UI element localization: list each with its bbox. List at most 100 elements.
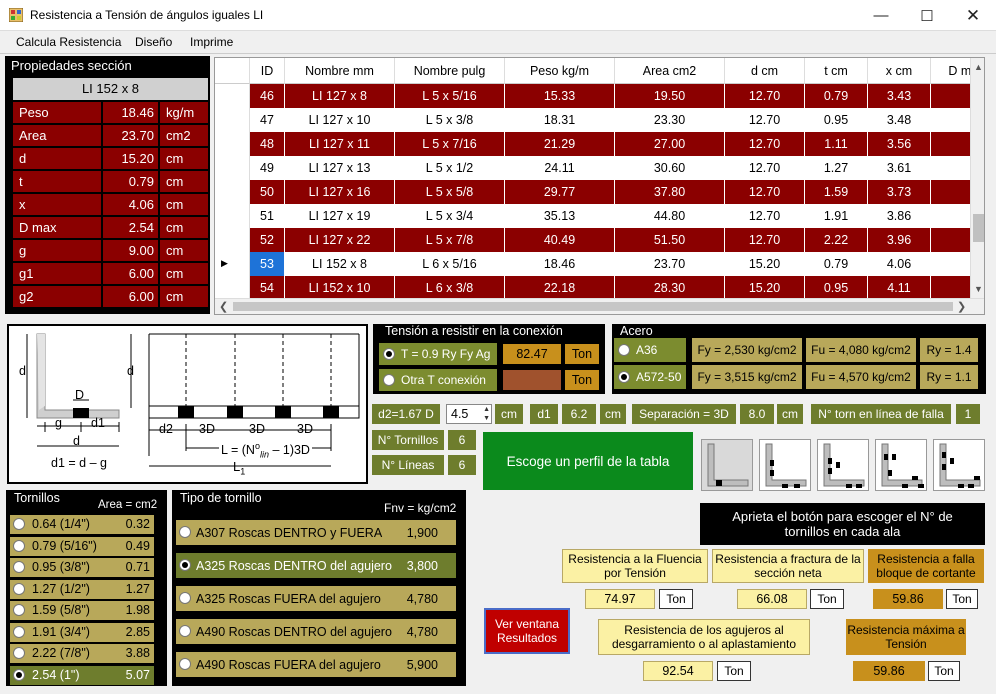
menu-diseno[interactable]: Diseño: [135, 35, 172, 49]
tipo-radio[interactable]: [179, 625, 191, 637]
tornillo-diameter[interactable]: 1.91 (3/4"): [32, 625, 90, 639]
column-header[interactable]: d cm: [725, 58, 805, 84]
tornillo-radio[interactable]: [13, 668, 25, 681]
table-cell[interactable]: 21.29: [505, 132, 615, 156]
table-cell[interactable]: 23.70: [615, 252, 725, 276]
column-header[interactable]: t cm: [805, 58, 868, 84]
table-cell[interactable]: 1.59: [805, 180, 868, 204]
table-cell[interactable]: 15.33: [505, 84, 615, 108]
scroll-up-icon[interactable]: ▲: [974, 62, 983, 72]
tornillo-diameter[interactable]: 2.54 (1"): [32, 668, 80, 682]
tornillo-radio[interactable]: [13, 561, 25, 573]
table-cell[interactable]: 1.11: [805, 132, 868, 156]
table-row[interactable]: 47 LI 127 x 10 L 5 x 3/8 18.31 23.30 12.70 0.9…: [215, 108, 984, 132]
table-cell[interactable]: 12.70: [725, 204, 805, 228]
row-header[interactable]: [215, 132, 250, 156]
tipo-radio[interactable]: [179, 526, 191, 538]
column-header[interactable]: Nombre mm: [285, 58, 395, 84]
row-header[interactable]: [215, 228, 250, 252]
table-cell[interactable]: L 5 x 7/8: [395, 228, 505, 252]
tornillo-radio[interactable]: [13, 582, 25, 595]
table-cell[interactable]: 37.80: [615, 180, 725, 204]
table-cell[interactable]: 0.95: [805, 108, 868, 132]
pattern-1-bolt-icon[interactable]: [702, 440, 752, 490]
tornillo-radio[interactable]: [13, 604, 25, 616]
tension-opt1-radio[interactable]: [383, 348, 395, 360]
table-cell[interactable]: 4.06: [868, 252, 931, 276]
tornillo-diameter[interactable]: 1.27 (1/2"): [32, 582, 90, 596]
table-cell[interactable]: 12.70: [725, 84, 805, 108]
table-cell[interactable]: 29.77: [505, 180, 615, 204]
tornillo-option[interactable]: 1.27 (1/2") 1.27: [10, 579, 154, 599]
pattern-5-bolts-icon[interactable]: [934, 440, 984, 490]
table-cell[interactable]: LI 127 x 8: [285, 84, 395, 108]
tension-opt2-value[interactable]: [503, 370, 561, 390]
menu-imprime[interactable]: Imprime: [190, 35, 233, 49]
tension-opt2-row[interactable]: Otra T conexión: [379, 369, 497, 391]
pattern-button-4[interactable]: [875, 439, 927, 491]
table-cell[interactable]: 50: [250, 180, 285, 204]
column-header[interactable]: ID: [250, 58, 285, 84]
d2-value[interactable]: 4.5: [451, 407, 468, 421]
table-cell[interactable]: 1.27: [805, 156, 868, 180]
tipo-radio[interactable]: [179, 592, 191, 604]
tornillo-diameter[interactable]: 2.22 (7/8"): [32, 646, 90, 660]
tornillo-option[interactable]: 0.79 (5/16") 0.49: [10, 536, 154, 556]
table-row[interactable]: 46 LI 127 x 8L 5 x 5/16 15.33 19.50 12.70 0.7…: [215, 84, 984, 108]
table-cell[interactable]: 24.11: [505, 156, 615, 180]
table-cell[interactable]: LI 152 x 10: [285, 276, 395, 300]
table-cell[interactable]: 53: [250, 252, 285, 276]
tornillo-diameter[interactable]: 0.79 (5/16"): [32, 539, 97, 553]
table-cell[interactable]: L 5 x 1/2: [395, 156, 505, 180]
tornillo-option[interactable]: 1.91 (3/4") 2.85: [10, 622, 154, 642]
tipo-label[interactable]: A490 Roscas FUERA del agujero: [196, 658, 381, 672]
table-cell[interactable]: 12.70: [725, 108, 805, 132]
table-row[interactable]: 49 LI 127 x 13 L 5 x 1/2 24.11 30.60 12.70 1.2…: [215, 156, 984, 180]
table-cell[interactable]: 30.60: [615, 156, 725, 180]
a36-label[interactable]: A36: [636, 343, 657, 357]
table-cell[interactable]: 3.61: [868, 156, 931, 180]
table-cell[interactable]: 12.70: [725, 132, 805, 156]
tipo-label[interactable]: A325 Roscas FUERA del agujero: [196, 592, 381, 606]
table-cell[interactable]: 49: [250, 156, 285, 180]
table-cell[interactable]: 18.31: [505, 108, 615, 132]
stepper-arrows-icon[interactable]: ▲ ▼: [483, 405, 490, 423]
tipo-label[interactable]: A307 Roscas DENTRO y FUERA: [196, 526, 382, 540]
table-cell[interactable]: LI 127 x 16: [285, 180, 395, 204]
column-header[interactable]: Nombre pulg: [395, 58, 505, 84]
tornillo-option[interactable]: 0.64 (1/4") 0.32: [10, 515, 154, 534]
tipo-option[interactable]: A325 Roscas DENTRO del agujero 3,800: [176, 553, 456, 578]
horizontal-scrollbar[interactable]: ❮ ❯: [215, 298, 984, 314]
pattern-button-5[interactable]: [933, 439, 985, 491]
a36-row[interactable]: A36: [614, 338, 686, 362]
d2-stepper[interactable]: 4.5 ▲ ▼: [446, 404, 492, 424]
row-header[interactable]: [215, 180, 250, 204]
a36-radio[interactable]: [618, 344, 630, 356]
a572-label[interactable]: A572-50: [636, 370, 681, 384]
scroll-thumb[interactable]: [973, 214, 984, 242]
table-cell[interactable]: L 6 x 5/16: [395, 252, 505, 276]
minimize-button[interactable]: —: [858, 0, 904, 31]
pattern-4-bolts-icon[interactable]: [876, 440, 926, 490]
table-cell[interactable]: LI 127 x 13: [285, 156, 395, 180]
tipo-option[interactable]: A490 Roscas FUERA del agujero 5,900: [176, 652, 456, 677]
table-cell[interactable]: 0.79: [805, 252, 868, 276]
tornillo-option[interactable]: 2.54 (1") 5.07: [10, 665, 154, 685]
table-cell[interactable]: LI 127 x 19: [285, 204, 395, 228]
tension-opt2-radio[interactable]: [383, 374, 395, 386]
table-cell[interactable]: 1.91: [805, 204, 868, 228]
column-header[interactable]: Area cm2: [615, 58, 725, 84]
table-cell[interactable]: 28.30: [615, 276, 725, 300]
table-cell[interactable]: 51: [250, 204, 285, 228]
sections-table[interactable]: ID Nombre mm Nombre pulg Peso kg/m Area cm2 d…: [214, 57, 985, 315]
table-row[interactable]: 54 LI 152 x 10 L 6 x 3/8 22.18 28.30 15.20 0.9…: [215, 276, 984, 300]
table-cell[interactable]: L 5 x 5/16: [395, 84, 505, 108]
table-cell[interactable]: LI 127 x 22: [285, 228, 395, 252]
row-header[interactable]: [215, 156, 250, 180]
table-cell[interactable]: LI 127 x 10: [285, 108, 395, 132]
table-cell[interactable]: 2.22: [805, 228, 868, 252]
table-cell[interactable]: 47: [250, 108, 285, 132]
table-row[interactable]: ▶ 53 LI 152 x 8L 6 x 5/16 18.46 23.70 15.20 0.…: [215, 252, 984, 276]
pattern-button-1[interactable]: [701, 439, 753, 491]
table-cell[interactable]: 15.20: [725, 252, 805, 276]
